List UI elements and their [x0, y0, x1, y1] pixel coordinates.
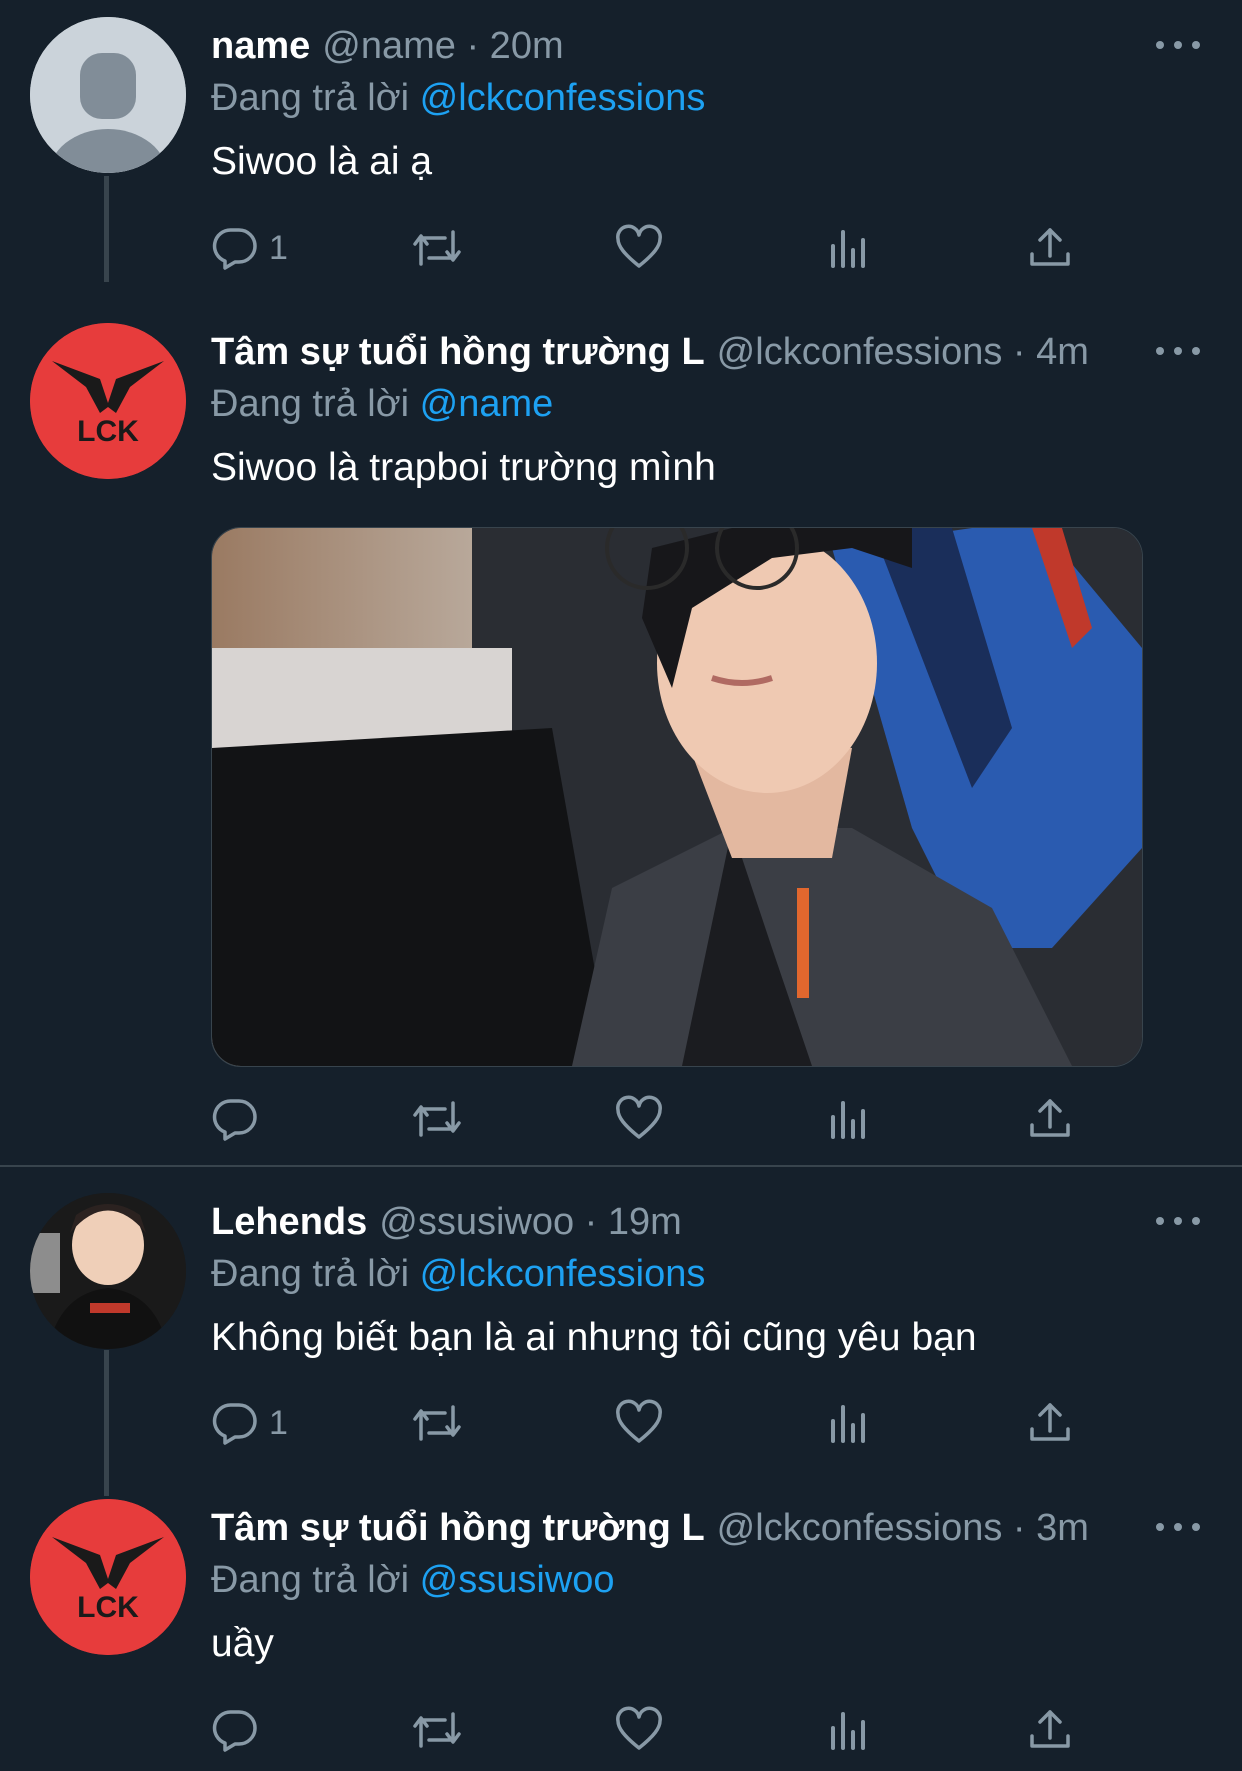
replying-prefix: Đang trả lời — [211, 77, 410, 119]
stats-icon — [827, 1706, 871, 1754]
display-name[interactable]: name — [211, 25, 310, 68]
stats-button[interactable] — [827, 1089, 871, 1149]
tweet-actions: 1 — [211, 1393, 1091, 1453]
tweet-header: Tâm sự tuổi hồng trường L @lckconfession… — [211, 326, 1202, 378]
stats-icon — [827, 1095, 871, 1143]
logo-text: LCK — [77, 1591, 139, 1624]
like-button[interactable] — [614, 1089, 664, 1149]
like-icon — [614, 224, 664, 272]
share-icon — [1026, 1706, 1074, 1754]
tweet-text: Siwoo là trapboi trường mình — [211, 446, 716, 489]
lck-logo-icon: LCK — [30, 323, 186, 479]
like-button[interactable] — [614, 1700, 664, 1760]
share-button[interactable] — [1026, 1393, 1074, 1453]
handle-time: @lckconfessions · 3m — [716, 1506, 1089, 1549]
display-name[interactable]: Tâm sự tuổi hồng trường L — [211, 1507, 705, 1550]
retweet-icon — [409, 1399, 465, 1447]
lck-logo-icon: LCK — [30, 1499, 186, 1655]
default-avatar-icon — [30, 17, 186, 173]
share-button[interactable] — [1026, 1089, 1074, 1149]
more-options-icon[interactable] — [1156, 336, 1200, 366]
replying-to: Đang trả lời @ssusiwoo — [211, 1554, 1202, 1606]
share-button[interactable] — [1026, 218, 1074, 278]
stats-icon — [827, 224, 871, 272]
stats-button[interactable] — [827, 218, 871, 278]
retweet-button[interactable] — [409, 1700, 465, 1760]
like-button[interactable] — [614, 1393, 664, 1453]
mention-link[interactable]: @name — [420, 383, 554, 425]
profile-photo — [30, 1193, 186, 1349]
reply-button[interactable] — [211, 1089, 269, 1149]
stats-icon — [827, 1399, 871, 1447]
stats-button[interactable] — [827, 1700, 871, 1760]
handle-time: @lckconfessions · 4m — [716, 330, 1089, 373]
handle-time: @ssusiwoo · 19m — [379, 1200, 682, 1243]
replying-to: Đang trả lời @lckconfessions — [211, 72, 1202, 124]
reply-icon — [211, 224, 259, 272]
more-options-icon[interactable] — [1156, 30, 1200, 60]
thread-connector — [104, 176, 109, 282]
mention-link[interactable]: @ssusiwoo — [420, 1559, 615, 1601]
display-name[interactable]: Lehends — [211, 1201, 367, 1244]
like-icon — [614, 1706, 664, 1754]
tweet-actions — [211, 1089, 1091, 1149]
more-options-icon[interactable] — [1156, 1512, 1200, 1542]
reply-count: 1 — [269, 228, 288, 267]
stats-button[interactable] — [827, 1393, 871, 1453]
replying-prefix: Đang trả lời — [211, 383, 410, 425]
tweet-photo[interactable] — [211, 527, 1143, 1067]
share-icon — [1026, 1399, 1074, 1447]
replying-prefix: Đang trả lời — [211, 1559, 410, 1601]
tweet-text: Không biết bạn là ai nhưng tôi cũng yêu … — [211, 1316, 977, 1359]
more-options-icon[interactable] — [1156, 1206, 1200, 1236]
replying-to: Đang trả lời @name — [211, 378, 1202, 430]
tweet-text: uầy — [211, 1622, 274, 1665]
reply-button[interactable]: 1 — [211, 218, 288, 278]
like-button[interactable] — [614, 218, 664, 278]
reply-icon — [211, 1095, 259, 1143]
retweet-icon — [409, 1095, 465, 1143]
avatar[interactable]: LCK — [30, 323, 186, 479]
logo-text: LCK — [77, 415, 139, 448]
reply-count: 1 — [269, 1403, 288, 1442]
reply-button[interactable] — [211, 1700, 269, 1760]
display-name[interactable]: Tâm sự tuổi hồng trường L — [211, 331, 705, 374]
avatar[interactable] — [30, 17, 186, 173]
retweet-button[interactable] — [409, 1393, 465, 1453]
retweet-icon — [409, 224, 465, 272]
tweet-text: Siwoo là ai ạ — [211, 140, 433, 183]
tweet-actions — [211, 1700, 1091, 1760]
retweet-button[interactable] — [409, 1089, 465, 1149]
retweet-button[interactable] — [409, 218, 465, 278]
like-icon — [614, 1399, 664, 1447]
retweet-icon — [409, 1706, 465, 1754]
tweet-actions: 1 — [211, 218, 1091, 278]
mention-link[interactable]: @lckconfessions — [420, 1253, 706, 1295]
avatar[interactable] — [30, 1193, 186, 1349]
handle-time: @name · 20m — [322, 24, 564, 67]
reply-icon — [211, 1706, 259, 1754]
reply-button[interactable]: 1 — [211, 1393, 288, 1453]
share-button[interactable] — [1026, 1700, 1074, 1760]
reply-icon — [211, 1399, 259, 1447]
tweet-header: Lehends @ssusiwoo · 19m — [211, 1196, 1202, 1248]
photo-image — [212, 528, 1142, 1066]
divider — [0, 1165, 1242, 1167]
share-icon — [1026, 1095, 1074, 1143]
tweet-header: Tâm sự tuổi hồng trường L @lckconfession… — [211, 1502, 1202, 1554]
mention-link[interactable]: @lckconfessions — [420, 77, 706, 119]
tweet-header: name @name · 20m — [211, 20, 1202, 72]
replying-to: Đang trả lời @lckconfessions — [211, 1248, 1202, 1300]
avatar[interactable]: LCK — [30, 1499, 186, 1655]
like-icon — [614, 1095, 664, 1143]
share-icon — [1026, 224, 1074, 272]
thread-connector — [104, 1350, 109, 1496]
replying-prefix: Đang trả lời — [211, 1253, 410, 1295]
